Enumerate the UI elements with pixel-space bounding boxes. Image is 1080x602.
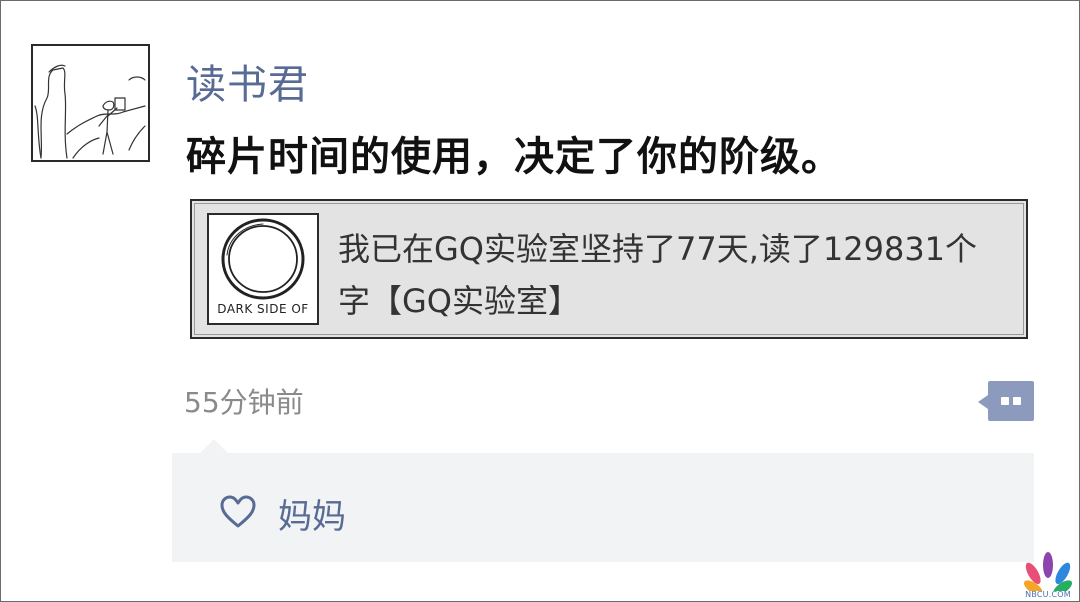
ellipsis-icon-dot — [1013, 397, 1021, 405]
watermark-text: NBCU.COM — [1025, 590, 1071, 599]
post-timestamp: 55分钟前 — [184, 386, 304, 419]
author-name[interactable]: 读书君 — [186, 52, 309, 110]
likes-panel: 妈妈 — [172, 439, 1034, 562]
comment-button[interactable] — [978, 381, 1034, 421]
nbcu-watermark-logo: NBCU.COM — [1020, 545, 1076, 601]
shared-link-card[interactable]: DARK SIDE OF 我已在GQ实验室坚持了77天,读了129831个字【G… — [190, 199, 1028, 339]
share-thumbnail-caption: DARK SIDE OF — [217, 302, 309, 316]
peacock-logo-icon — [1023, 552, 1073, 596]
liker-name[interactable]: 妈妈 — [278, 489, 346, 538]
share-thumbnail: DARK SIDE OF — [207, 213, 319, 325]
heart-outline-icon — [219, 495, 257, 533]
ellipsis-icon — [1001, 397, 1009, 405]
avatar-sketch-image — [34, 64, 146, 159]
avatar[interactable] — [31, 44, 150, 162]
share-card-text: 我已在GQ实验室坚持了77天,读了129831个字【GQ实验室】 — [338, 230, 978, 320]
post-text: 碎片时间的使用，决定了你的阶级。 — [186, 134, 842, 180]
